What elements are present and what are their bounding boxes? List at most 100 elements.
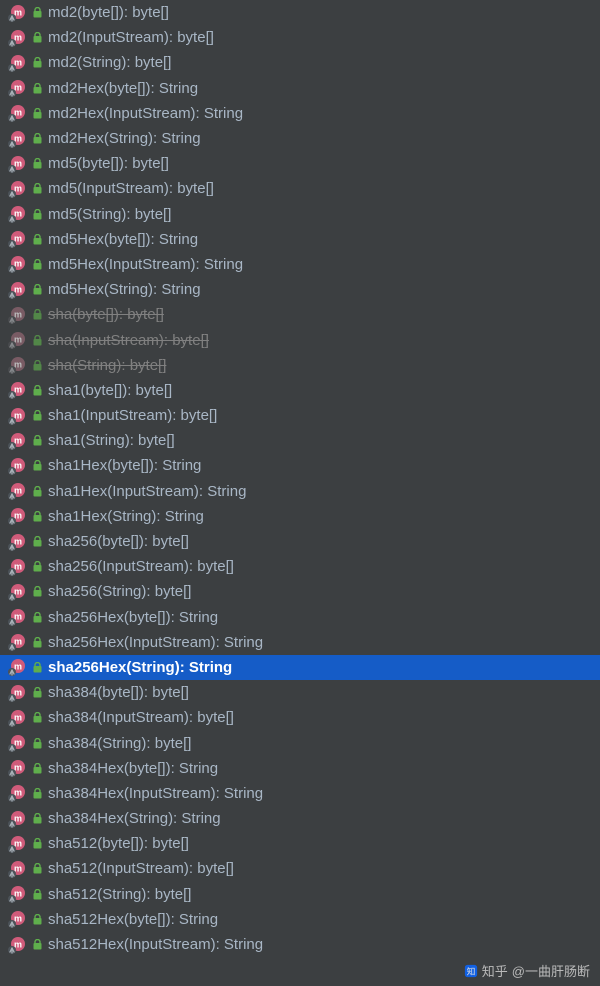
- method-icon: m: [8, 155, 26, 173]
- lock-icon: [32, 712, 42, 724]
- lock-icon: [32, 687, 42, 699]
- method-row[interactable]: m sha256Hex(String): String: [0, 655, 600, 680]
- method-row[interactable]: m sha256(byte[]): byte[]: [0, 529, 600, 554]
- method-icon: m: [8, 835, 26, 853]
- method-icon: m: [8, 936, 26, 954]
- method-icon: m: [8, 709, 26, 727]
- lock-icon: [32, 913, 42, 925]
- method-signature: sha256Hex(String): String: [48, 659, 232, 676]
- method-signature: md5Hex(String): String: [48, 281, 201, 298]
- method-row[interactable]: m sha512(String): byte[]: [0, 882, 600, 907]
- lock-icon: [32, 82, 42, 94]
- method-icon: m: [8, 860, 26, 878]
- method-row[interactable]: m md5(byte[]): byte[]: [0, 151, 600, 176]
- method-signature: md5Hex(InputStream): String: [48, 256, 243, 273]
- method-signature: sha384(String): byte[]: [48, 735, 191, 752]
- method-signature: sha1Hex(byte[]): String: [48, 457, 201, 474]
- method-row[interactable]: m sha1Hex(String): String: [0, 504, 600, 529]
- lock-icon: [32, 787, 42, 799]
- method-row[interactable]: m md2(String): byte[]: [0, 50, 600, 75]
- lock-icon: [32, 384, 42, 396]
- method-row[interactable]: m md5Hex(byte[]): String: [0, 227, 600, 252]
- method-signature: md2(byte[]): byte[]: [48, 4, 169, 21]
- lock-icon: [32, 510, 42, 522]
- lock-icon: [32, 284, 42, 296]
- method-row[interactable]: m sha512(InputStream): byte[]: [0, 856, 600, 881]
- method-icon: m: [8, 331, 26, 349]
- method-row[interactable]: m sha256Hex(InputStream): String: [0, 630, 600, 655]
- lock-icon: [32, 636, 42, 648]
- lock-icon: [32, 762, 42, 774]
- method-row[interactable]: m sha(String): byte[]: [0, 353, 600, 378]
- method-row[interactable]: m sha512Hex(InputStream): String: [0, 932, 600, 957]
- method-row[interactable]: m sha1(String): byte[]: [0, 428, 600, 453]
- method-row[interactable]: m sha(byte[]): byte[]: [0, 302, 600, 327]
- method-icon: m: [8, 885, 26, 903]
- method-row[interactable]: m sha384Hex(InputStream): String: [0, 781, 600, 806]
- method-icon: m: [8, 381, 26, 399]
- method-row[interactable]: m sha512(byte[]): byte[]: [0, 831, 600, 856]
- method-signature: sha1Hex(InputStream): String: [48, 483, 246, 500]
- method-signature: md5(String): byte[]: [48, 206, 171, 223]
- lock-icon: [32, 410, 42, 422]
- method-row[interactable]: m sha256(InputStream): byte[]: [0, 554, 600, 579]
- method-row[interactable]: m sha384(byte[]): byte[]: [0, 680, 600, 705]
- method-signature: sha512(byte[]): byte[]: [48, 835, 189, 852]
- method-row[interactable]: m sha256(String): byte[]: [0, 579, 600, 604]
- method-signature: sha1(InputStream): byte[]: [48, 407, 217, 424]
- method-row[interactable]: m md2Hex(String): String: [0, 126, 600, 151]
- method-signature: sha384Hex(InputStream): String: [48, 785, 263, 802]
- method-row[interactable]: m md5(InputStream): byte[]: [0, 176, 600, 201]
- method-row[interactable]: m sha1(byte[]): byte[]: [0, 378, 600, 403]
- method-signature: sha256(InputStream): byte[]: [48, 558, 234, 575]
- watermark-prefix: 知乎: [482, 961, 508, 980]
- method-row[interactable]: m sha1Hex(InputStream): String: [0, 479, 600, 504]
- method-row[interactable]: m md2(InputStream): byte[]: [0, 25, 600, 50]
- method-signature: sha1(byte[]): byte[]: [48, 382, 172, 399]
- method-icon: m: [8, 281, 26, 299]
- method-row[interactable]: m sha384(String): byte[]: [0, 730, 600, 755]
- method-signature: sha(byte[]): byte[]: [48, 306, 164, 323]
- method-row[interactable]: m sha256Hex(byte[]): String: [0, 605, 600, 630]
- lock-icon: [32, 309, 42, 321]
- method-row[interactable]: m sha384Hex(byte[]): String: [0, 756, 600, 781]
- lock-icon: [32, 888, 42, 900]
- method-list: m md2(byte[]): byte[] m md2(InputStream)…: [0, 0, 600, 957]
- method-row[interactable]: m md2(byte[]): byte[]: [0, 0, 600, 25]
- method-row[interactable]: m md5Hex(InputStream): String: [0, 252, 600, 277]
- method-row[interactable]: m sha512Hex(byte[]): String: [0, 907, 600, 932]
- method-icon: m: [8, 608, 26, 626]
- method-row[interactable]: m md5(String): byte[]: [0, 202, 600, 227]
- method-icon: m: [8, 432, 26, 450]
- method-signature: sha(InputStream): byte[]: [48, 332, 209, 349]
- method-icon: m: [8, 130, 26, 148]
- method-icon: m: [8, 684, 26, 702]
- method-icon: m: [8, 658, 26, 676]
- lock-icon: [32, 233, 42, 245]
- method-row[interactable]: m sha1(InputStream): byte[]: [0, 403, 600, 428]
- method-signature: md5Hex(byte[]): String: [48, 231, 198, 248]
- method-row[interactable]: m md5Hex(String): String: [0, 277, 600, 302]
- method-icon: m: [8, 4, 26, 22]
- method-signature: md2Hex(byte[]): String: [48, 80, 198, 97]
- method-row[interactable]: m sha(InputStream): byte[]: [0, 327, 600, 352]
- lock-icon: [32, 183, 42, 195]
- method-row[interactable]: m sha384(InputStream): byte[]: [0, 705, 600, 730]
- lock-icon: [32, 133, 42, 145]
- lock-icon: [32, 536, 42, 548]
- method-signature: sha384(byte[]): byte[]: [48, 684, 189, 701]
- method-icon: m: [8, 54, 26, 72]
- method-icon: m: [8, 910, 26, 928]
- method-row[interactable]: m sha384Hex(String): String: [0, 806, 600, 831]
- method-signature: sha256(String): byte[]: [48, 583, 191, 600]
- lock-icon: [32, 359, 42, 371]
- method-signature: sha256(byte[]): byte[]: [48, 533, 189, 550]
- method-signature: sha(String): byte[]: [48, 357, 166, 374]
- method-row[interactable]: m md2Hex(byte[]): String: [0, 76, 600, 101]
- method-icon: m: [8, 407, 26, 425]
- watermark: 知 知乎 @一曲肝肠断: [464, 961, 590, 980]
- lock-icon: [32, 611, 42, 623]
- method-row[interactable]: m md2Hex(InputStream): String: [0, 101, 600, 126]
- method-icon: m: [8, 784, 26, 802]
- method-row[interactable]: m sha1Hex(byte[]): String: [0, 453, 600, 478]
